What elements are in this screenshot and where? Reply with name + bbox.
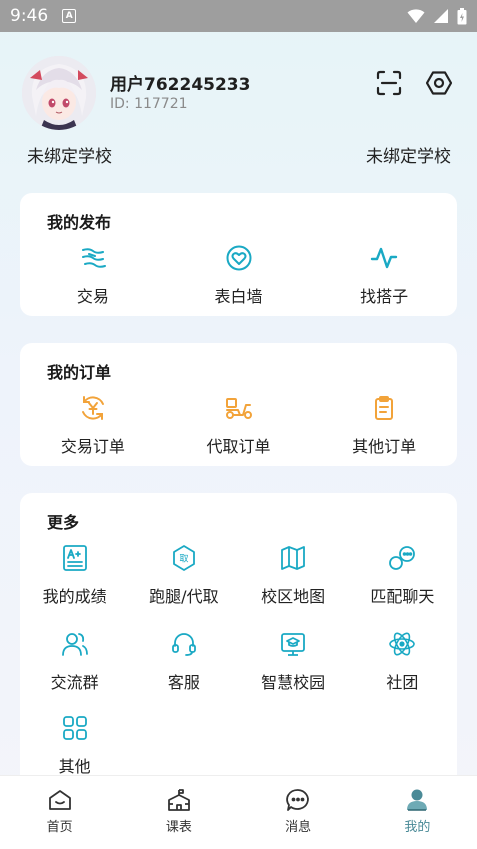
- person-icon: [407, 789, 428, 811]
- more-support-item[interactable]: 客服: [129, 629, 238, 693]
- more-campus-map-item[interactable]: 校区地图: [239, 543, 348, 607]
- publish-card: 我的发布 交易 表白墙 找搭子: [20, 193, 457, 316]
- grid-icon: [60, 713, 90, 743]
- nav-profile-label: 我的: [404, 820, 431, 835]
- order-pickup-item[interactable]: 代取订单: [166, 393, 312, 457]
- more-other-item[interactable]: 其他: [20, 713, 129, 777]
- map-icon: [278, 543, 308, 573]
- more-group-label: 交流群: [50, 673, 99, 692]
- more-campus-map-label: 校区地图: [261, 587, 326, 606]
- nav-profile[interactable]: 我的: [358, 776, 477, 849]
- order-other-label: 其他订单: [352, 437, 417, 456]
- user-id: ID: 117721: [110, 96, 188, 112]
- school-left[interactable]: 未绑定学校: [27, 142, 112, 167]
- clipboard-icon: [369, 393, 399, 423]
- nav-home-label: 首页: [46, 820, 73, 835]
- more-errand-label: 跑腿/代取: [149, 587, 219, 606]
- more-clubs-item[interactable]: 社团: [348, 629, 457, 693]
- yen-cycle-icon: [78, 393, 108, 423]
- errand-badge-icon: 取: [169, 543, 199, 573]
- bottom-nav: 首页 课表 消息 我的: [0, 775, 477, 849]
- status-bar: 9:46 A: [0, 0, 477, 32]
- more-support-label: 客服: [167, 673, 200, 692]
- more-grades-item[interactable]: 我的成绩: [20, 543, 129, 607]
- chat-bubbles-icon: [387, 543, 417, 573]
- nav-messages[interactable]: 消息: [239, 776, 358, 849]
- publish-trade-label: 交易: [76, 287, 109, 306]
- more-card: 更多 我的成绩 取 跑腿/代取 校区地图 匹配聊天 交流群 客服 智慧校园 社团…: [20, 493, 457, 793]
- more-smart-campus-label: 智慧校园: [261, 673, 326, 692]
- nav-messages-label: 消息: [285, 820, 312, 835]
- school-row: 未绑定学校 未绑定学校: [27, 142, 451, 167]
- home-icon: [48, 790, 71, 810]
- publish-confession-label: 表白墙: [214, 287, 263, 306]
- nav-timetable[interactable]: 课表: [119, 776, 238, 849]
- notification-a-icon: A: [62, 9, 77, 23]
- pulse-icon: [369, 243, 399, 273]
- smart-campus-icon: [278, 629, 308, 659]
- publish-confession-wall-item[interactable]: 表白墙: [166, 243, 312, 307]
- scan-icon[interactable]: [374, 68, 404, 98]
- username: 用户762245233: [110, 75, 251, 95]
- nav-timetable-label: 课表: [165, 820, 192, 835]
- heart-circle-icon: [224, 243, 254, 273]
- scooter-icon: [224, 393, 254, 423]
- settings-gear-icon[interactable]: [424, 68, 454, 98]
- avatar[interactable]: [22, 56, 96, 130]
- wave-hand-icon: [78, 243, 108, 273]
- orders-title: 我的订单: [47, 363, 112, 382]
- group-icon: [60, 629, 90, 659]
- more-match-chat-item[interactable]: 匹配聊天: [348, 543, 457, 607]
- more-grades-label: 我的成绩: [42, 587, 107, 606]
- atom-icon: [387, 629, 417, 659]
- status-time: 9:46: [10, 6, 49, 26]
- more-clubs-label: 社团: [386, 673, 419, 692]
- publish-find-buddy-item[interactable]: 找搭子: [311, 243, 457, 307]
- publish-title: 我的发布: [47, 213, 112, 232]
- message-icon: [286, 789, 309, 811]
- order-other-item[interactable]: 其他订单: [311, 393, 457, 457]
- order-pickup-label: 代取订单: [206, 437, 271, 456]
- wifi-icon: [407, 9, 425, 23]
- more-smart-campus-item[interactable]: 智慧校园: [239, 629, 348, 693]
- grade-doc-icon: [60, 543, 90, 573]
- svg-text:取: 取: [179, 554, 188, 565]
- more-match-chat-label: 匹配聊天: [370, 587, 435, 606]
- publish-find-buddy-label: 找搭子: [360, 287, 409, 306]
- order-trade-item[interactable]: 交易订单: [20, 393, 166, 457]
- nav-home[interactable]: 首页: [0, 776, 119, 849]
- more-title: 更多: [47, 513, 80, 532]
- school-right[interactable]: 未绑定学校: [366, 142, 451, 167]
- order-trade-label: 交易订单: [60, 437, 125, 456]
- more-errand-item[interactable]: 取 跑腿/代取: [129, 543, 238, 607]
- headset-icon: [169, 629, 199, 659]
- signal-icon: [434, 9, 448, 23]
- school-icon: [167, 789, 190, 811]
- publish-trade-item[interactable]: 交易: [20, 243, 166, 307]
- more-group-item[interactable]: 交流群: [20, 629, 129, 693]
- orders-card: 我的订单 交易订单 代取订单 其他订单: [20, 343, 457, 466]
- more-other-label: 其他: [58, 757, 91, 776]
- profile-header: 用户762245233 ID: 117721: [22, 56, 458, 136]
- battery-icon: [457, 7, 467, 24]
